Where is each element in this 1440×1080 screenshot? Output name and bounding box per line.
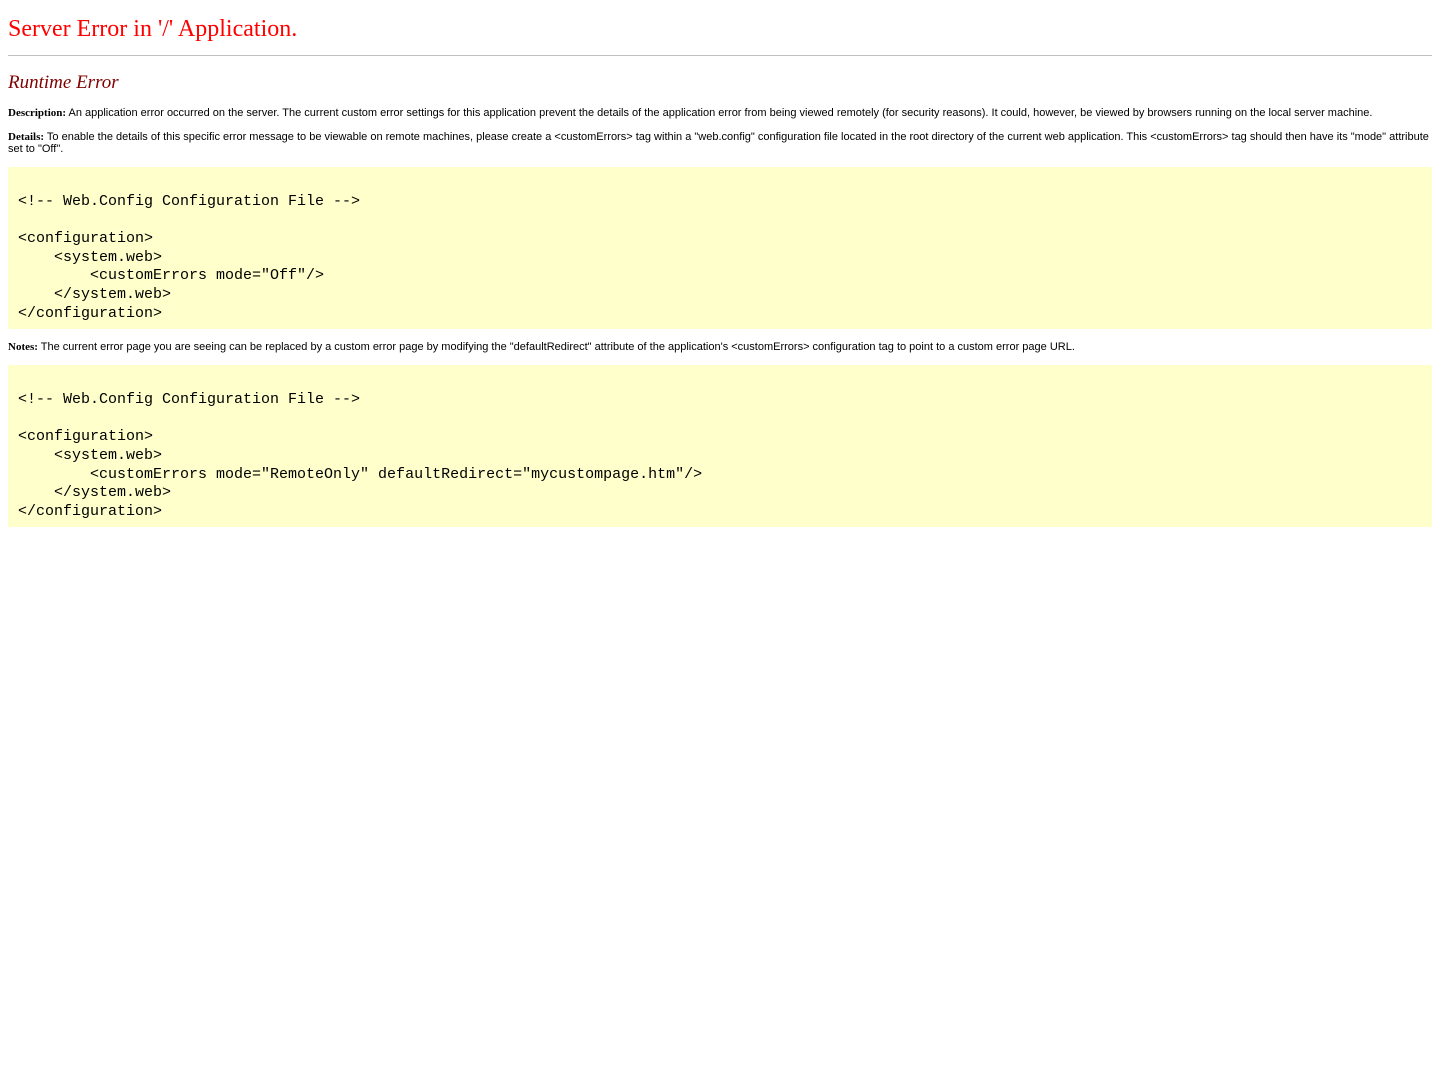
description-text: An application error occurred on the ser…: [66, 107, 1373, 119]
details-text: To enable the details of this specific e…: [8, 131, 1429, 155]
description-label: Description:: [8, 107, 67, 119]
code-snippet: <!-- Web.Config Configuration File --> <…: [18, 193, 361, 322]
error-page: Server Error in '/' Application. Runtime…: [0, 0, 1440, 528]
notes-paragraph: Notes: The current error page you are se…: [8, 341, 1432, 353]
notes-label: Notes:: [8, 341, 38, 354]
error-type-heading: Runtime Error: [8, 72, 119, 93]
details-label: Details:: [8, 131, 45, 143]
code-block-config-off: <!-- Web.Config Configuration File --> <…: [8, 167, 1432, 330]
code-snippet: <!-- Web.Config Configuration File --> <…: [18, 391, 703, 520]
details-paragraph: Details: To enable the details of this s…: [8, 131, 1432, 155]
page-title: Server Error in '/' Application.: [8, 16, 298, 42]
code-block-config-remoteonly: <!-- Web.Config Configuration File --> <…: [8, 365, 1432, 528]
description-paragraph: Description: An application error occurr…: [8, 107, 1432, 119]
notes-text: The current error page you are seeing ca…: [37, 341, 1075, 354]
divider: [8, 55, 1432, 56]
